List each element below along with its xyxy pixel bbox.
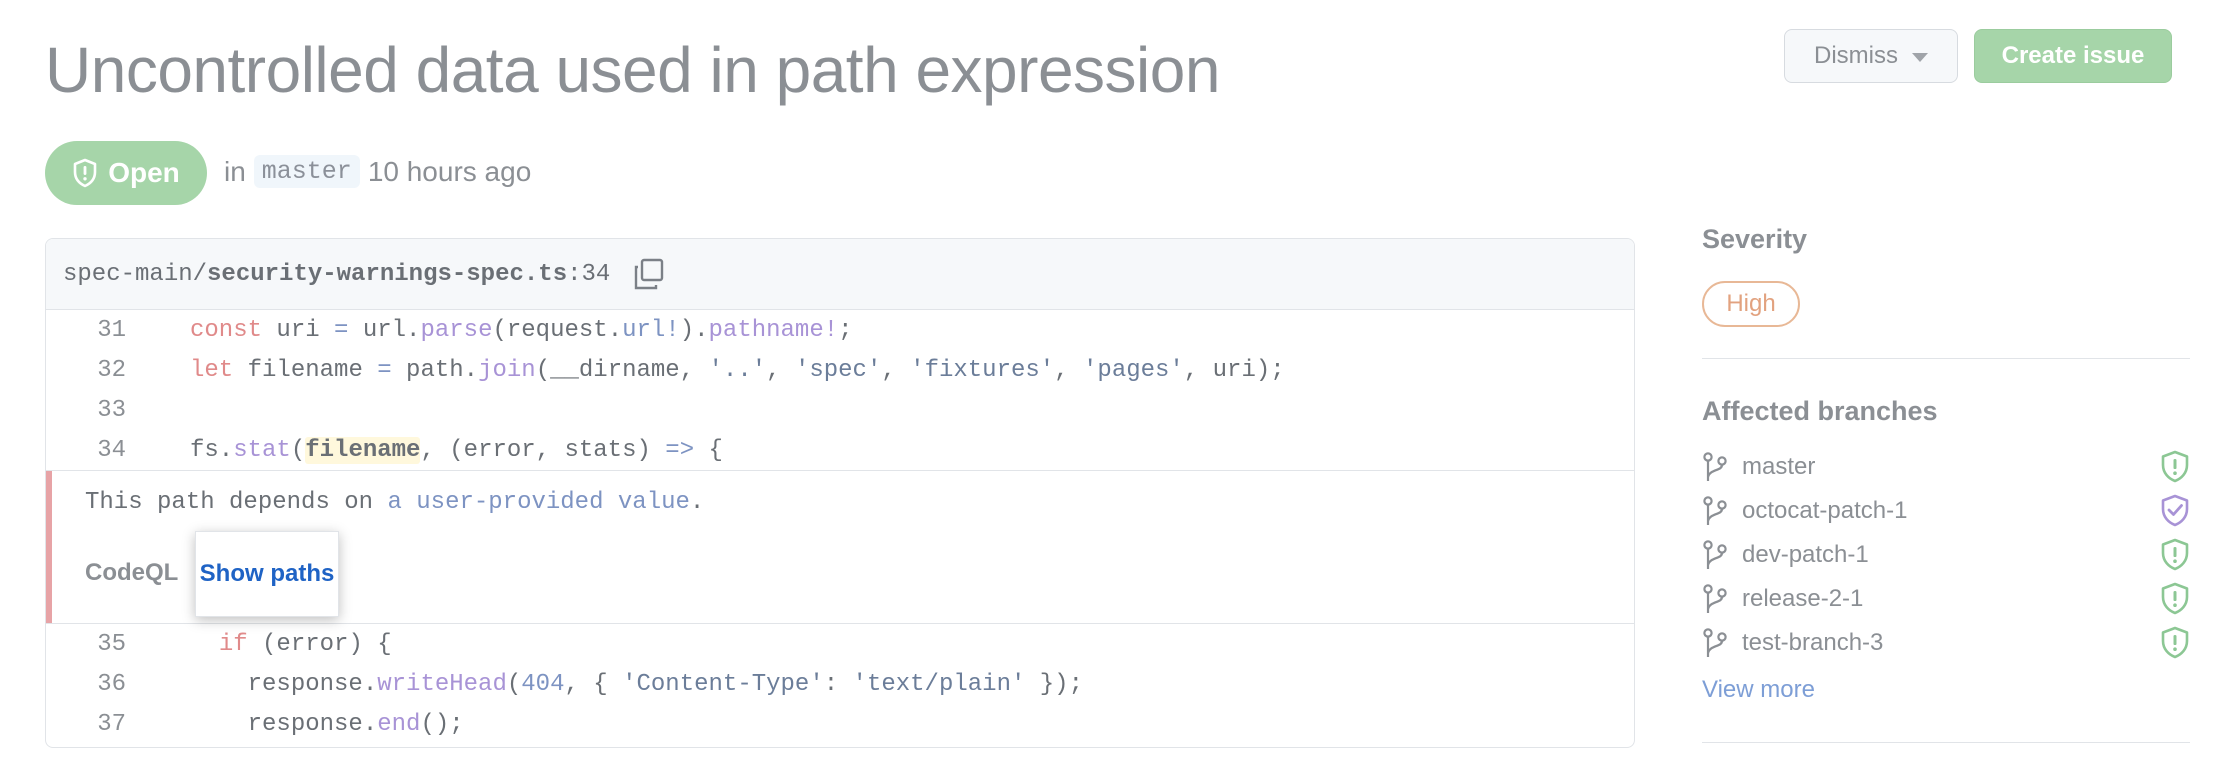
chevron-down-icon <box>1912 53 1928 62</box>
code-text: response.end(); <box>190 710 464 738</box>
branch-name: release-2-1 <box>1742 585 1864 612</box>
shield-alert-icon <box>2156 450 2190 484</box>
branch-name: test-branch-3 <box>1742 629 1884 656</box>
file-dir: spec-main/ <box>63 260 208 288</box>
code-line: 35 if (error) { <box>46 624 1634 664</box>
git-branch-icon <box>1702 495 1736 527</box>
shield-alert-icon <box>2156 582 2190 616</box>
shield-alert-icon <box>2156 626 2190 660</box>
in-label: in <box>224 155 246 187</box>
status-label: Open <box>108 157 180 188</box>
code-line: 37 response.end(); <box>46 704 1634 744</box>
user-value-link[interactable]: a user-provided value <box>387 489 689 516</box>
show-paths-button[interactable]: Show paths <box>195 531 339 617</box>
alert-severity-bar <box>46 471 52 623</box>
code-text: if (error) { <box>218 630 392 658</box>
line-number: 32 <box>97 356 126 384</box>
code-after: 35 if (error) { 36 response.writeHead(40… <box>46 624 1634 744</box>
code-text: response.writeHead(404, { 'Content-Type'… <box>190 670 1083 698</box>
dismiss-button[interactable]: Dismiss <box>1784 29 1958 83</box>
branch-name: dev-patch-1 <box>1742 541 1869 568</box>
tool-name: CodeQL <box>85 559 179 586</box>
line-number: 36 <box>97 670 126 698</box>
code-line: 33 <box>46 390 1634 430</box>
alert-title: Uncontrolled data used in path expressio… <box>45 34 1220 106</box>
severity-heading: Severity <box>1702 224 1808 254</box>
divider <box>1702 742 2190 743</box>
code-text: const uri = url.parse(request.url!).path… <box>190 316 853 344</box>
code-line: 36 response.writeHead(404, { 'Content-Ty… <box>46 664 1634 704</box>
shield-check-icon <box>2156 494 2190 528</box>
code-line: 32 let filename = path.join(__dirname, '… <box>46 350 1634 390</box>
code-before: 31 const uri = url.parse(request.url!).p… <box>46 310 1634 470</box>
git-branch-icon <box>1702 539 1736 571</box>
line-number: 35 <box>97 630 126 658</box>
branch-item[interactable]: release-2-1 <box>1702 577 2190 621</box>
git-branch-icon <box>1702 451 1736 483</box>
code-line: 31 const uri = url.parse(request.url!).p… <box>46 310 1634 350</box>
code-line-highlighted: 34 fs.stat(filename, (error, stats) => { <box>46 430 1634 470</box>
branch-chip: master <box>253 155 360 188</box>
code-card: spec-main/security-warnings-spec.ts:34 3… <box>45 238 1635 748</box>
create-issue-button[interactable]: Create issue <box>1974 29 2172 83</box>
file-path-header: spec-main/security-warnings-spec.ts:34 <box>46 239 1634 310</box>
branch-item[interactable]: master <box>1702 445 2190 489</box>
line-number: 34 <box>97 436 126 464</box>
alert-message: This path depends on a user-provided val… <box>85 489 704 516</box>
branch-name: master <box>1742 453 1816 480</box>
line-number: 31 <box>97 316 126 344</box>
shield-alert-icon <box>72 158 98 188</box>
git-branch-icon <box>1702 583 1736 615</box>
timestamp: 10 hours ago <box>367 155 532 187</box>
status-badge: Open <box>45 141 207 205</box>
message-suffix: . <box>689 489 705 516</box>
affected-branches-heading: Affected branches <box>1702 396 1938 426</box>
line-number: 33 <box>97 396 126 424</box>
file-name[interactable]: security-warnings-spec.ts <box>207 261 567 288</box>
divider <box>1702 358 2190 359</box>
alert-meta: in master 10 hours ago <box>224 155 531 188</box>
view-more-link[interactable]: View more <box>1702 676 1815 704</box>
branch-item[interactable]: dev-patch-1 <box>1702 533 2190 577</box>
shield-alert-icon <box>2156 538 2190 572</box>
branch-item[interactable]: octocat-patch-1 <box>1702 489 2190 533</box>
branch-item[interactable]: test-branch-3 <box>1702 621 2190 665</box>
file-line: :34 <box>567 260 611 288</box>
code-text: let filename = path.join(__dirname, '..'… <box>190 356 1285 384</box>
copy-icon[interactable] <box>632 257 666 291</box>
dismiss-label: Dismiss <box>1814 42 1898 69</box>
git-branch-icon <box>1702 627 1736 659</box>
alert-message-box: This path depends on a user-provided val… <box>46 470 1634 624</box>
line-number: 37 <box>97 710 126 738</box>
message-prefix: This path depends on <box>85 489 388 516</box>
branch-name: octocat-patch-1 <box>1742 497 1908 524</box>
code-text: fs.stat(filename, (error, stats) => { <box>190 436 723 464</box>
severity-badge: High <box>1702 281 1800 327</box>
